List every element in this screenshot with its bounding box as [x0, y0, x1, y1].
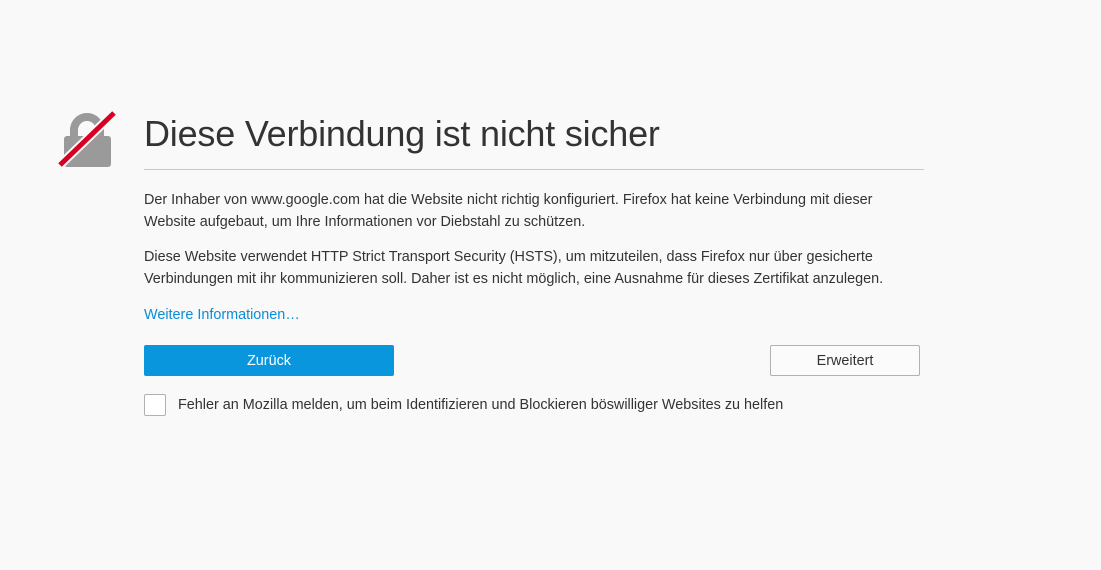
error-page: Diese Verbindung ist nicht sicher Der In… — [0, 0, 1101, 570]
insecure-lock-icon — [56, 109, 118, 171]
back-button[interactable]: Zurück — [144, 345, 394, 376]
advanced-button[interactable]: Erweitert — [770, 345, 920, 376]
button-row: Zurück Erweitert — [144, 345, 924, 377]
error-description: Der Inhaber von www.google.com hat die W… — [144, 192, 873, 230]
report-row: Fehler an Mozilla melden, um beim Identi… — [144, 394, 924, 416]
learn-more-link[interactable]: Weitere Informationen… — [144, 304, 300, 326]
report-checkbox[interactable] — [144, 394, 166, 416]
hsts-description: Diese Website verwendet HTTP Strict Tran… — [144, 249, 884, 287]
page-title: Diese Verbindung ist nicht sicher — [144, 108, 924, 170]
error-content: Diese Verbindung ist nicht sicher Der In… — [144, 108, 924, 416]
report-label[interactable]: Fehler an Mozilla melden, um beim Identi… — [178, 394, 783, 416]
